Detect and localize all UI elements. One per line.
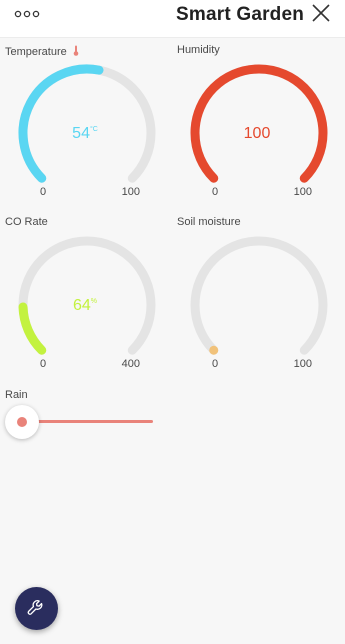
gauge-svg: [18, 236, 156, 355]
gauge-value-number: 100: [243, 125, 271, 142]
more-horizontal-icon[interactable]: [14, 10, 40, 18]
app-header: Smart Garden: [0, 0, 345, 38]
rain-label: Rain: [5, 389, 28, 401]
gauge-min-label: 0: [212, 358, 219, 370]
gauge-label: Humidity: [177, 44, 220, 56]
gauge-value-number: 54: [72, 125, 90, 142]
rain-slider-handle[interactable]: [5, 405, 39, 439]
gauge-value: 100: [172, 125, 342, 143]
humidity-gauge: Humidity 100 0 100: [172, 41, 342, 206]
rain-slider-dot: [17, 417, 27, 427]
gauge-min-label: 0: [40, 186, 47, 198]
gauge-fill-arc: [190, 64, 328, 183]
gauge-min-label: 0: [40, 358, 47, 370]
gauge-value-unit: °C: [89, 126, 98, 133]
temperature-gauge: Temperature 54°C 0 100: [0, 41, 170, 206]
gauge-label: CO Rate: [5, 216, 48, 228]
gauge-svg: [18, 64, 156, 183]
gauge-track: [18, 236, 156, 355]
gauge-min-label: 0: [212, 186, 219, 198]
thermometer-icon: [73, 45, 79, 56]
close-icon[interactable]: [311, 3, 331, 23]
gauge-value: 64%: [0, 297, 170, 315]
gauge-max-label: 100: [121, 186, 140, 198]
settings-fab-button[interactable]: [15, 587, 58, 630]
gauge-svg: [190, 64, 328, 183]
gauge-max-label: 100: [293, 186, 312, 198]
page-title: Smart Garden: [176, 4, 305, 25]
gauge-max-label: 400: [121, 358, 140, 370]
gauge-value: 54°C: [0, 125, 170, 143]
gauge-value-number: 64: [72, 297, 91, 314]
rain-slider-track[interactable]: [36, 420, 153, 423]
gauge-max-label: 100: [293, 358, 312, 370]
co-rate-gauge: CO Rate 64% 0 400: [0, 213, 170, 378]
gauge-track: [190, 236, 328, 355]
soil-moisture-gauge: Soil moisture 0 100: [172, 213, 342, 378]
gauge-fill-dot: [209, 345, 219, 355]
gauge-label: Temperature: [5, 44, 79, 58]
wrench-icon: [27, 600, 43, 615]
gauge-fill-arc: [18, 64, 104, 183]
gauge-value-unit: %: [90, 298, 98, 305]
gauge-label: Soil moisture: [177, 216, 241, 228]
gauge-svg: [190, 236, 328, 355]
